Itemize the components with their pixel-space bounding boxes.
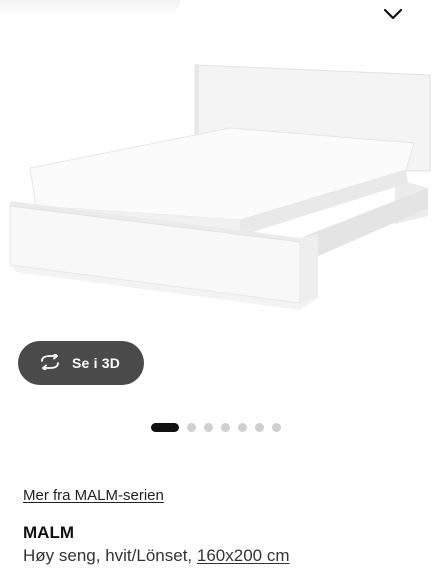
product-image[interactable] [0,48,438,348]
gallery-dot[interactable] [238,422,247,432]
series-link[interactable]: Mer fra MALM-serien [23,487,164,504]
gallery-dot[interactable] [204,422,213,432]
top-shadow [0,0,180,16]
rotate-3d-icon [38,352,62,373]
gallery-dot[interactable] [187,422,196,432]
product-size-link[interactable]: 160x200 cm [197,546,290,565]
gallery-dot[interactable] [272,422,281,432]
view-3d-label: Se i 3D [72,355,121,371]
chevron-down-icon[interactable] [380,4,406,24]
product-description: Høy seng, hvit/Lönset, 160x200 cm [23,546,290,566]
gallery-dot-active[interactable] [151,422,179,432]
gallery-pagination [151,422,281,432]
gallery-dot[interactable] [221,422,230,432]
view-3d-button[interactable]: Se i 3D [18,341,144,385]
gallery-dot[interactable] [255,422,264,432]
product-description-text: Høy seng, hvit/Lönset, [23,546,197,565]
product-name: MALM [23,523,74,542]
